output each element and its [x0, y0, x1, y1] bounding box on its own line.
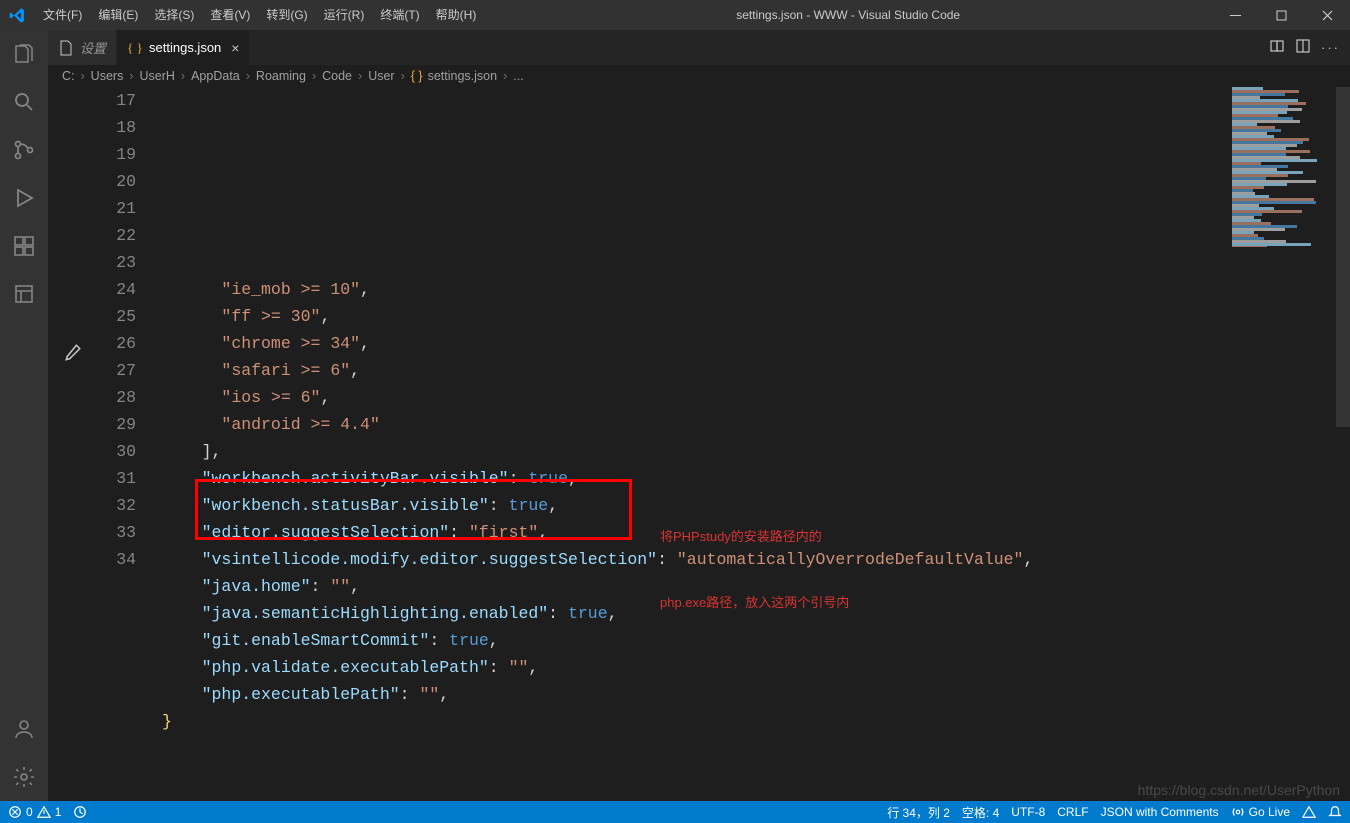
menu-help[interactable]: 帮助(H) — [428, 0, 485, 30]
bc-part[interactable]: Code — [322, 69, 352, 83]
breadcrumb[interactable]: C:› Users› UserH› AppData› Roaming› Code… — [48, 65, 1350, 87]
tab-label: 设置 — [80, 38, 106, 57]
annotation-text: 将PHPstudy的安装路径内的 php.exe路径，放入这两个引号内 — [660, 482, 849, 658]
bc-part[interactable]: C: — [62, 69, 75, 83]
activity-debug[interactable] — [0, 174, 48, 222]
line-number-gutter: 171819202122232425262728293031323334 — [98, 87, 162, 801]
status-go-live[interactable]: Go Live — [1231, 805, 1290, 819]
status-encoding[interactable]: UTF-8 — [1011, 805, 1045, 819]
file-icon — [58, 40, 74, 56]
menu-view[interactable]: 查看(V) — [202, 0, 258, 30]
bc-part[interactable]: Roaming — [256, 69, 306, 83]
vscode-logo-icon — [0, 7, 35, 24]
watermark-text: https://blog.csdn.net/UserPython — [1138, 782, 1340, 798]
bc-part[interactable]: AppData — [191, 69, 240, 83]
editor-scrollbar[interactable] — [1336, 87, 1350, 801]
editor-actions: ··· — [1259, 30, 1350, 65]
status-indent[interactable]: 空格: 4 — [962, 804, 999, 821]
open-changes-icon[interactable] — [1269, 38, 1285, 57]
edit-pencil-icon[interactable] — [64, 343, 82, 361]
menu-bar: 文件(F) 编辑(E) 选择(S) 查看(V) 转到(G) 运行(R) 终端(T… — [35, 0, 484, 30]
code-viewport[interactable]: 171819202122232425262728293031323334 将PH… — [48, 87, 1350, 801]
activity-explorer[interactable] — [0, 30, 48, 78]
bc-file[interactable]: settings.json — [428, 69, 497, 83]
menu-go[interactable]: 转到(G) — [258, 0, 315, 30]
bc-part[interactable]: Users — [91, 69, 124, 83]
window-controls — [1212, 0, 1350, 30]
window-title: settings.json - WWW - Visual Studio Code — [484, 8, 1212, 22]
bc-trail[interactable]: ... — [513, 69, 523, 83]
close-tab-icon[interactable]: × — [231, 40, 239, 56]
json-icon: { } — [411, 69, 423, 83]
menu-edit[interactable]: 编辑(E) — [90, 0, 146, 30]
menu-file[interactable]: 文件(F) — [35, 0, 90, 30]
scrollbar-thumb[interactable] — [1336, 87, 1350, 427]
activity-account[interactable] — [0, 705, 48, 753]
status-problems[interactable]: 0 1 — [8, 805, 61, 819]
tab-settings-ui[interactable]: 设置 — [48, 30, 117, 65]
activity-scm[interactable] — [0, 126, 48, 174]
menu-run[interactable]: 运行(R) — [316, 0, 373, 30]
tab-settings-json[interactable]: { } settings.json × — [117, 30, 250, 65]
maximize-button[interactable] — [1258, 0, 1304, 30]
tab-label: settings.json — [149, 40, 221, 55]
status-lang[interactable]: JSON with Comments — [1101, 805, 1219, 819]
split-editor-icon[interactable] — [1295, 38, 1311, 57]
minimize-button[interactable] — [1212, 0, 1258, 30]
status-ports[interactable] — [73, 805, 87, 819]
activity-bar — [0, 30, 48, 801]
menu-terminal[interactable]: 终端(T) — [372, 0, 427, 30]
close-button[interactable] — [1304, 0, 1350, 30]
bc-part[interactable]: UserH — [140, 69, 175, 83]
title-bar: 文件(F) 编辑(E) 选择(S) 查看(V) 转到(G) 运行(R) 终端(T… — [0, 0, 1350, 30]
status-notifications[interactable] — [1328, 805, 1342, 819]
status-eol[interactable]: CRLF — [1057, 805, 1088, 819]
status-feedback[interactable] — [1302, 805, 1316, 819]
json-icon: { } — [127, 40, 143, 56]
status-cursor[interactable]: 行 34，列 2 — [887, 804, 950, 821]
code-content[interactable]: 将PHPstudy的安装路径内的 php.exe路径，放入这两个引号内 "ie_… — [162, 87, 1350, 801]
editor-area: 设置 { } settings.json × ··· C:› Users› Us… — [48, 30, 1350, 801]
bc-part[interactable]: User — [368, 69, 394, 83]
tabs-row: 设置 { } settings.json × ··· — [48, 30, 1350, 65]
activity-preview[interactable] — [0, 270, 48, 318]
menu-selection[interactable]: 选择(S) — [146, 0, 202, 30]
activity-search[interactable] — [0, 78, 48, 126]
activity-settings[interactable] — [0, 753, 48, 801]
status-bar: 0 1 行 34，列 2 空格: 4 UTF-8 CRLF JSON with … — [0, 801, 1350, 823]
minimap[interactable] — [1228, 87, 1336, 247]
more-actions-icon[interactable]: ··· — [1321, 40, 1340, 55]
activity-extensions[interactable] — [0, 222, 48, 270]
